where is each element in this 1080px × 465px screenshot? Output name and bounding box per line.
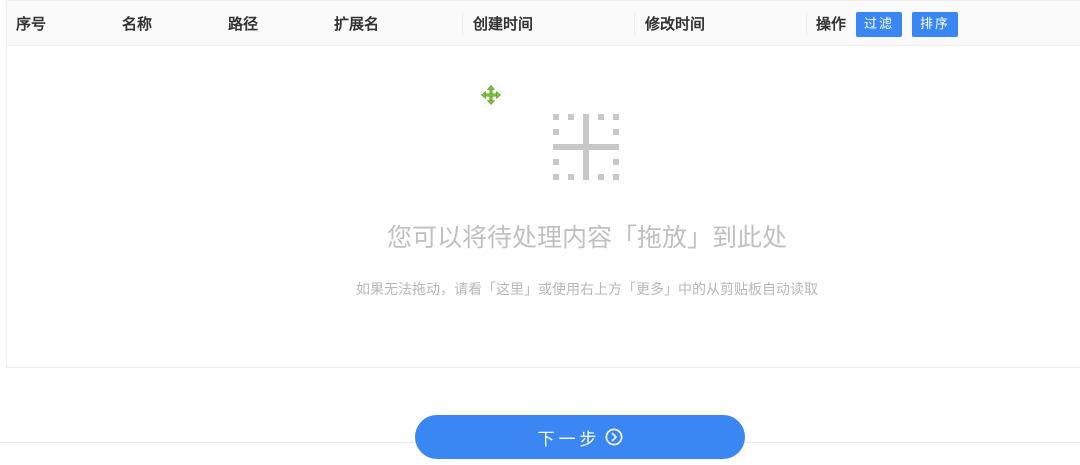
column-header-name: 名称 bbox=[122, 15, 153, 33]
column-header-created-time: 创建时间 bbox=[463, 1, 635, 47]
actions-label: 操作 bbox=[816, 15, 847, 33]
column-header-extension: 扩展名 bbox=[325, 1, 463, 47]
column-header-actions: 操作 过滤 排序 bbox=[807, 1, 1080, 47]
move-cursor-icon bbox=[481, 85, 501, 105]
drop-zone-hint: 如果无法拖动，请看「这里」或使用右上方「更多」中的从剪贴板自动读取 bbox=[356, 282, 818, 298]
sort-button[interactable]: 排序 bbox=[912, 11, 959, 37]
file-table: 序号 名称 路径 扩展名 创建时间 修改时间 操作 过滤 排序 您可以将待处理内… bbox=[6, 0, 1080, 368]
table-header: 序号 名称 路径 扩展名 创建时间 修改时间 操作 过滤 排序 bbox=[7, 0, 1080, 46]
filter-button[interactable]: 过滤 bbox=[856, 11, 903, 37]
drop-target-icon bbox=[553, 114, 619, 180]
column-header-index: 序号 bbox=[16, 15, 47, 33]
column-header-path: 路径 bbox=[228, 15, 259, 33]
next-step-label: 下一步 bbox=[537, 429, 601, 450]
next-step-button[interactable]: 下一步 bbox=[415, 415, 745, 459]
column-header-modified-time: 修改时间 bbox=[635, 1, 807, 47]
circle-arrow-right-icon bbox=[605, 428, 622, 446]
drop-zone-title: 您可以将待处理内容「拖放」到此处 bbox=[386, 223, 787, 252]
